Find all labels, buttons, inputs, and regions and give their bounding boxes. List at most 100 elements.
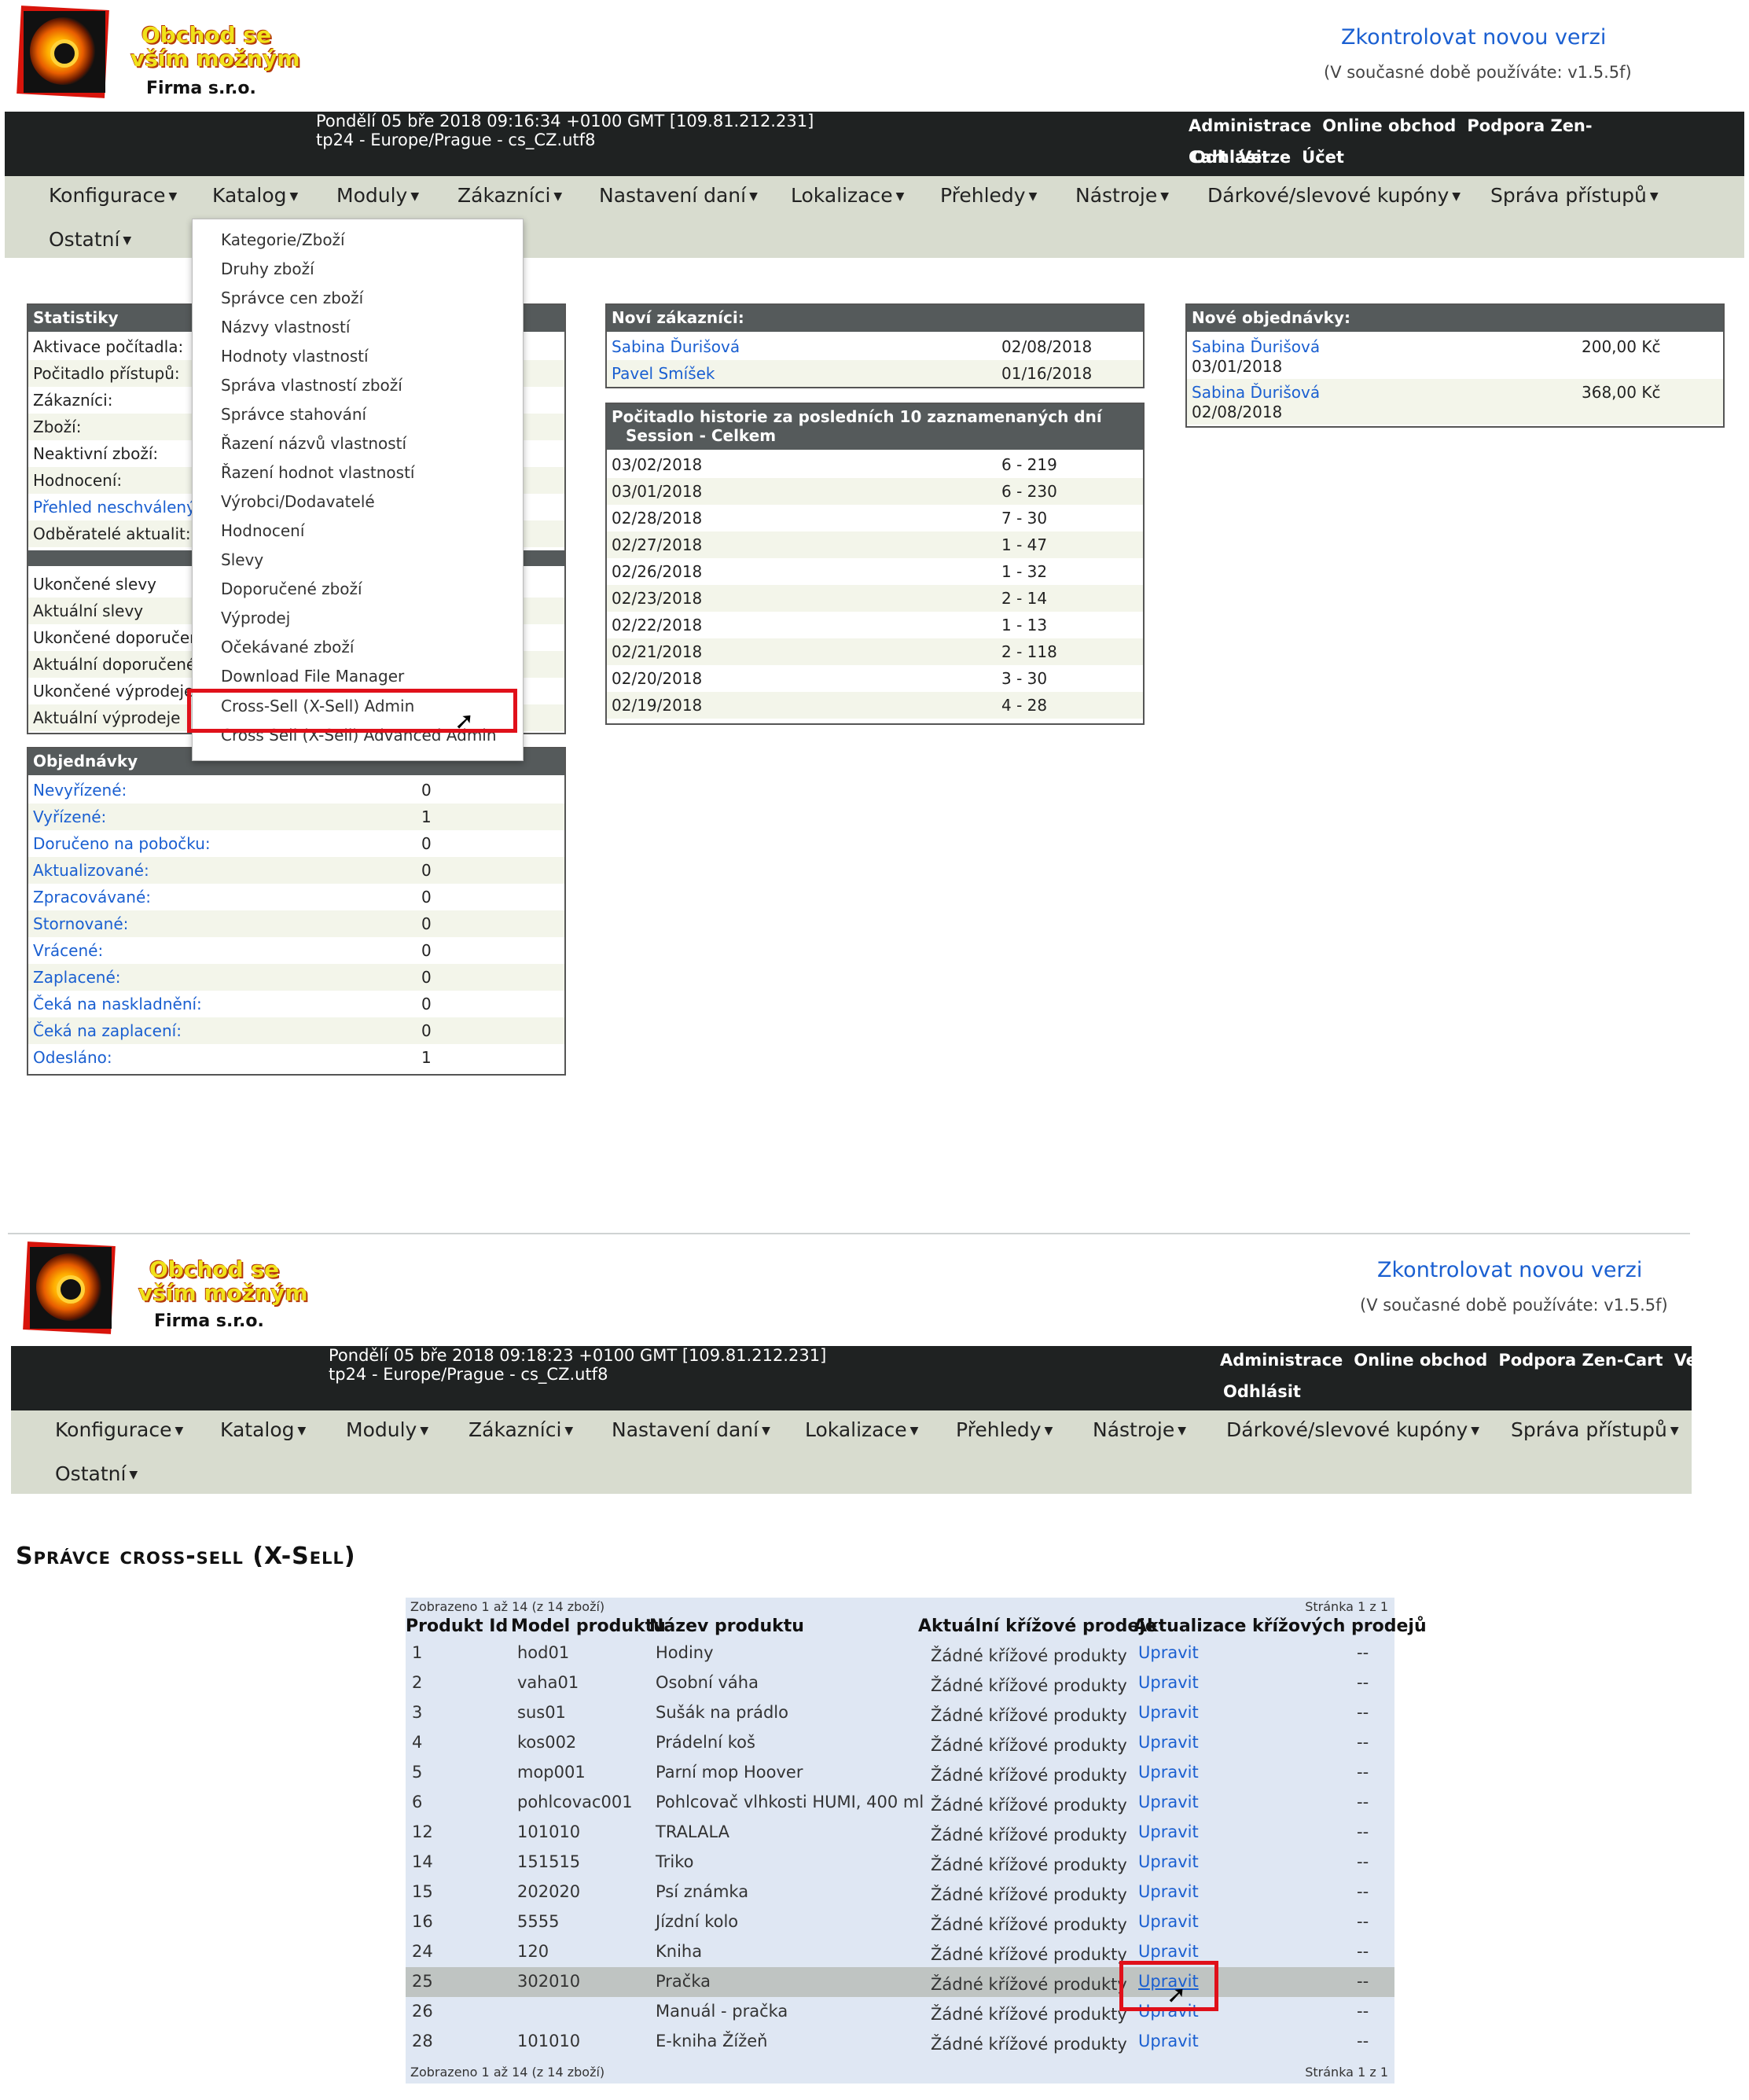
orders-row[interactable]: Vyřízené: 1	[28, 804, 564, 830]
menu-item[interactable]: Názvy vlastností	[221, 318, 350, 337]
caret-down-icon: ▼	[175, 1425, 184, 1437]
pagination-top: Stránka 1 z 1	[1305, 1599, 1388, 1614]
nav-prehledy[interactable]: Přehledy ▼	[940, 184, 1037, 207]
caret-down-icon: ▼	[420, 1425, 429, 1437]
edit-link[interactable]: Upravit	[1138, 1822, 1199, 1841]
nav-lokalizace[interactable]: Lokalizace ▼	[805, 1418, 918, 1441]
logo-icon[interactable]	[17, 6, 113, 102]
orders-row[interactable]: Doručeno na pobočku: 0	[28, 830, 564, 857]
menu-item[interactable]: Doporučené zboží	[221, 579, 362, 598]
edit-link[interactable]: Upravit	[1138, 1942, 1199, 1961]
menu-item[interactable]: Správce cen zboží	[221, 289, 363, 307]
nav-konfigurace[interactable]: Konfigurace ▼	[49, 184, 177, 207]
orders-row[interactable]: Odesláno: 1	[28, 1044, 564, 1071]
caret-down-icon: ▼	[1160, 190, 1169, 203]
shown-count-bottom: Zobrazeno 1 až 14 (z 14 zboží)	[410, 2065, 605, 2080]
edit-link[interactable]: Upravit	[1138, 1852, 1199, 1871]
nav-ostatni[interactable]: Ostatní ▼	[49, 228, 131, 251]
top-link-ucet[interactable]: Účet	[1302, 148, 1344, 167]
logout-link[interactable]: Odhlásit	[1223, 1376, 1301, 1407]
nav-kupony[interactable]: Dárkové/slevové kupóny ▼	[1226, 1418, 1479, 1441]
nav-sprava-pristupu[interactable]: Správa přístupů ▼	[1490, 184, 1659, 207]
orders-row[interactable]: Čeká na naskladnění: 0	[28, 991, 564, 1017]
top-link-online-obchod[interactable]: Online obchod	[1322, 116, 1456, 135]
caret-down-icon: ▼	[1471, 1425, 1480, 1437]
orders-row[interactable]: Zaplacené: 0	[28, 964, 564, 991]
caret-down-icon: ▼	[1044, 1425, 1053, 1437]
menu-item[interactable]: Výrobci/Dodavatelé	[221, 492, 375, 511]
current-version: (V současné době používáte: v1.5.5f)	[1324, 63, 1632, 82]
nav-zakaznici[interactable]: Zákazníci ▼	[457, 184, 562, 207]
caret-down-icon: ▼	[297, 1425, 307, 1437]
menu-item[interactable]: Slevy	[221, 550, 263, 569]
caret-down-icon: ▼	[1028, 190, 1038, 203]
table-row: 15 202020 Psí známka Žádné křížové produkty…	[412, 1882, 1369, 1904]
new-customers-panel: Noví zákazníci: Sabina Ďurišová 02/08/201…	[605, 303, 1145, 388]
nav-ostatni[interactable]: Ostatní ▼	[55, 1462, 138, 1485]
customer-row[interactable]: Pavel Smíšek 01/16/2018	[607, 360, 1143, 387]
nav-nastaveni-dani[interactable]: Nastavení daní ▼	[612, 1418, 770, 1441]
edit-link[interactable]: Upravit	[1138, 2032, 1199, 2050]
logout-link[interactable]: Odhlásit	[1192, 142, 1269, 173]
edit-link[interactable]: Upravit	[1138, 1912, 1199, 1931]
nav-konfigurace[interactable]: Konfigurace ▼	[55, 1418, 183, 1441]
top-link-verze[interactable]: Verze	[1674, 1351, 1692, 1370]
edit-link[interactable]: Upravit	[1138, 1703, 1199, 1722]
caret-down-icon: ▼	[762, 1425, 770, 1437]
nav-sprava-pristupu[interactable]: Správa přístupů ▼	[1511, 1418, 1679, 1441]
menu-item[interactable]: Hodnocení	[221, 521, 304, 540]
top-link-online-obchod[interactable]: Online obchod	[1354, 1351, 1487, 1370]
edit-link[interactable]: Upravit	[1138, 1763, 1199, 1782]
menu-item[interactable]: Výprodej	[221, 609, 290, 627]
edit-link[interactable]: Upravit	[1138, 1733, 1199, 1752]
check-version-link[interactable]: Zkontrolovat novou verzi	[1377, 1258, 1642, 1282]
nav-lokalizace[interactable]: Lokalizace ▼	[791, 184, 904, 207]
edit-link[interactable]: Upravit	[1138, 1643, 1199, 1662]
col-header-current: Aktuální křížové prodeje	[918, 1616, 1157, 1636]
top-link-administrace[interactable]: Administrace	[1189, 116, 1311, 135]
nav-nastaveni-dani[interactable]: Nastavení daní ▼	[599, 184, 758, 207]
top-link-podpora[interactable]: Podpora Zen-Cart	[1498, 1351, 1663, 1370]
orders-row[interactable]: Aktualizované: 0	[28, 857, 564, 884]
orders-row[interactable]: Čeká na zaplacení: 0	[28, 1017, 564, 1044]
logo-icon[interactable]	[23, 1241, 119, 1338]
menu-item[interactable]: Správce stahování	[221, 405, 366, 424]
check-version-link[interactable]: Zkontrolovat novou verzi	[1341, 25, 1606, 50]
table-row: 24 120 Kniha Žádné křížové produkty Upravit -…	[412, 1942, 1369, 1964]
menu-item[interactable]: Download File Manager	[221, 667, 404, 686]
nav-moduly[interactable]: Moduly ▼	[346, 1418, 428, 1441]
nav-zakaznici[interactable]: Zákazníci ▼	[468, 1418, 573, 1441]
edit-link[interactable]: Upravit	[1138, 1673, 1199, 1692]
nav-nastroje[interactable]: Nástroje ▼	[1093, 1418, 1186, 1441]
caret-down-icon: ▼	[168, 190, 178, 203]
menu-item[interactable]: Řazení hodnot vlastností	[221, 463, 414, 482]
orders-row[interactable]: Stornované: 0	[28, 910, 564, 937]
menu-item[interactable]: Řazení názvů vlastností	[221, 434, 406, 453]
nav-moduly[interactable]: Moduly ▼	[336, 184, 419, 207]
menu-item[interactable]: Správa vlastností zboží	[221, 376, 402, 395]
customer-row[interactable]: Sabina Ďurišová 02/08/2018	[607, 333, 1143, 360]
menu-item[interactable]: Hodnoty vlastností	[221, 347, 369, 366]
nav-nastroje[interactable]: Nástroje ▼	[1075, 184, 1169, 207]
orders-row[interactable]: Nevyřízené: 0	[28, 777, 564, 804]
new-order-row[interactable]: Sabina Ďurišová 02/08/2018 368,00 Kč	[1187, 379, 1723, 425]
menu-item[interactable]: Očekávané zboží	[221, 638, 354, 656]
mouse-cursor-icon: ➚	[454, 708, 475, 735]
new-order-row[interactable]: Sabina Ďurišová 03/01/2018 200,00 Kč	[1187, 333, 1723, 379]
nav-katalog[interactable]: Katalog ▼	[212, 184, 298, 207]
nav-katalog[interactable]: Katalog ▼	[220, 1418, 306, 1441]
nav-prehledy[interactable]: Přehledy ▼	[956, 1418, 1053, 1441]
orders-row[interactable]: Vrácené: 0	[28, 937, 564, 964]
edit-link[interactable]: Upravit	[1138, 1793, 1199, 1811]
menu-item[interactable]: Druhy zboží	[221, 259, 314, 278]
top-link-administrace[interactable]: Administrace	[1220, 1351, 1343, 1370]
nav-kupony[interactable]: Dárkové/slevové kupóny ▼	[1207, 184, 1461, 207]
history-row: 02/26/2018 1 - 32	[612, 562, 1048, 581]
menu-item[interactable]: Kategorie/Zboží	[221, 230, 345, 249]
history-title-text: Počitadlo historie za posledních 10 zazn…	[612, 407, 1102, 426]
history-row: 02/21/2018 2 - 118	[607, 638, 1143, 665]
edit-link[interactable]: Upravit	[1138, 1882, 1199, 1901]
history-panel: Počitadlo historie za posledních 10 zazn…	[605, 403, 1145, 725]
orders-row[interactable]: Zpracovávané: 0	[28, 884, 564, 910]
history-row: 02/20/2018 3 - 30	[612, 669, 1048, 688]
